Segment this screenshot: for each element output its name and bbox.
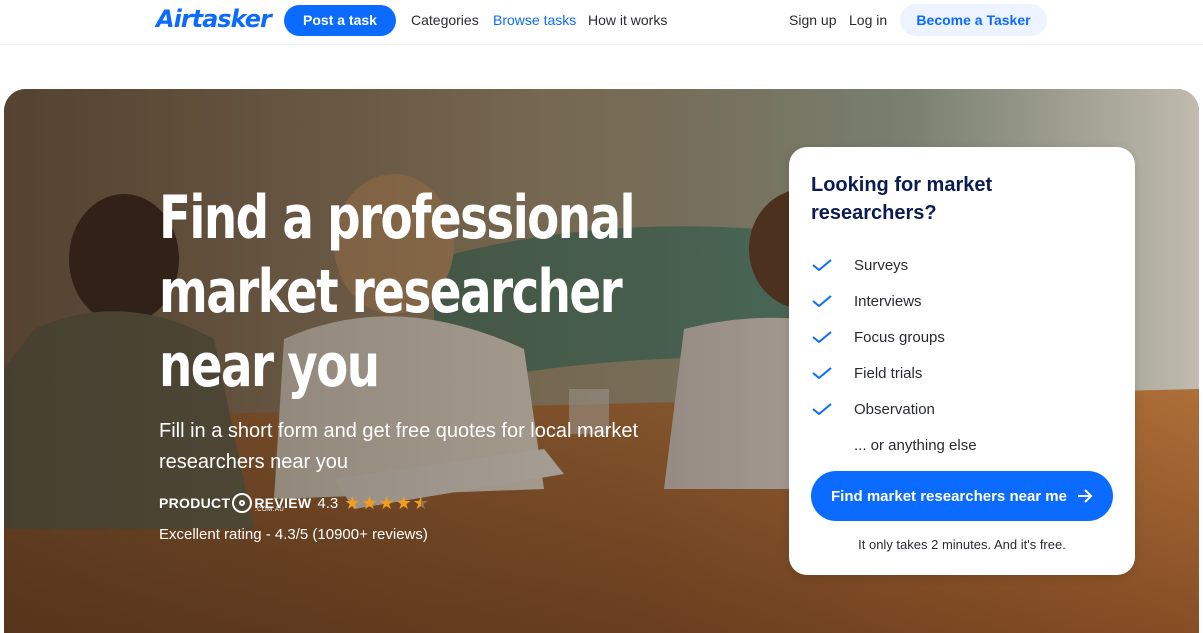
service-list: Surveys Interviews Focus groups Field tr… <box>811 247 1111 463</box>
hero-title-line: market researcher <box>159 257 623 327</box>
list-item-label: Interviews <box>854 292 922 310</box>
rating-stars: ★ ★ ★ ★ ★ <box>344 494 429 512</box>
list-item: Field trials <box>811 355 1111 391</box>
find-button-label: Find market researchers near me <box>831 487 1067 505</box>
nav-categories[interactable]: Categories <box>411 12 479 28</box>
become-a-tasker-button[interactable]: Become a Tasker <box>900 4 1047 36</box>
productreview-domain: .COM.AU <box>255 507 285 513</box>
card-note: It only takes 2 minutes. And it's free. <box>858 537 1066 552</box>
card-title: Looking for market researchers? <box>811 174 993 224</box>
list-item-label: Field trials <box>854 364 923 382</box>
list-item-label: Surveys <box>854 256 909 274</box>
productreview-rating[interactable]: PRODUCT REVIEW .COM.AU 4.3 ★ ★ ★ ★ ★ <box>159 491 429 515</box>
list-item: Observation <box>811 391 1111 427</box>
list-item-label: Observation <box>854 400 935 418</box>
hero-title: Find a professional market researcher ne… <box>159 181 636 403</box>
check-icon <box>812 403 832 416</box>
hero-title-line: Find a professional <box>159 183 636 253</box>
star-icon: ★ <box>344 493 361 513</box>
airtasker-logo[interactable]: Airtasker <box>156 5 272 33</box>
hero-title-line: near you <box>159 331 380 401</box>
top-navigation: Airtasker Post a task Categories Browse … <box>0 0 1203 45</box>
list-item: Interviews <box>811 283 1111 319</box>
nav-how-it-works[interactable]: How it works <box>588 12 667 28</box>
arrow-right-icon <box>1077 489 1093 503</box>
productreview-logo-left: PRODUCT <box>159 495 231 511</box>
list-item: Focus groups <box>811 319 1111 355</box>
star-icon: ★ <box>361 493 378 513</box>
nav-log-in[interactable]: Log in <box>849 12 887 28</box>
list-item-label: ... or anything else <box>854 436 977 454</box>
post-a-task-button[interactable]: Post a task <box>284 5 396 36</box>
star-icon: ★ <box>395 493 412 513</box>
check-icon <box>812 295 832 308</box>
rating-score: 4.3 <box>317 494 339 512</box>
productreview-magnifier-icon <box>232 493 253 513</box>
check-icon <box>812 259 832 272</box>
task-card: Looking for market researchers? Surveys … <box>789 147 1135 575</box>
hero-section: Find a professional market researcher ne… <box>4 89 1199 633</box>
nav-browse-tasks[interactable]: Browse tasks <box>493 12 576 28</box>
star-icon: ★ <box>378 493 395 513</box>
list-item-label: Focus groups <box>854 328 945 346</box>
list-item: Surveys <box>811 247 1111 283</box>
hero-subtitle: Fill in a short form and get free quotes… <box>159 420 639 473</box>
check-icon <box>812 331 832 344</box>
find-market-researchers-button[interactable]: Find market researchers near me <box>811 471 1113 521</box>
rating-summary: Excellent rating - 4.3/5 (10900+ reviews… <box>159 526 428 543</box>
nav-sign-up[interactable]: Sign up <box>789 12 836 28</box>
list-item: ... or anything else <box>811 427 1111 463</box>
half-star-icon: ★ <box>412 493 429 513</box>
check-icon <box>812 367 832 380</box>
